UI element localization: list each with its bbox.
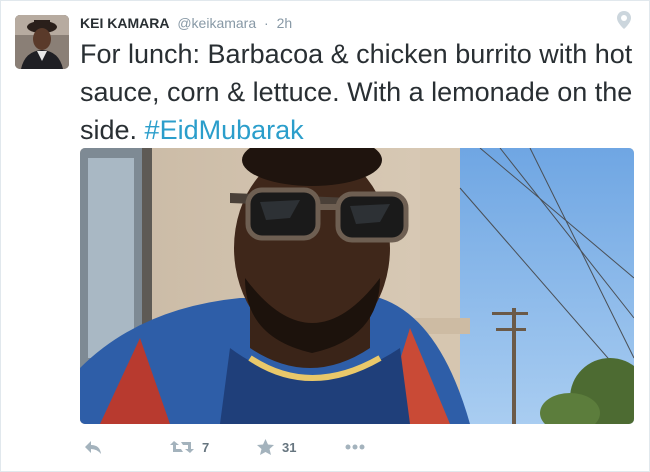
favorite-button[interactable]: 31: [257, 433, 296, 461]
tweet-timestamp[interactable]: 2h: [277, 15, 293, 31]
favorite-count: 31: [282, 439, 297, 455]
tweet-photo[interactable]: [80, 148, 634, 424]
tweet-card: KEI KAMARA @keikamara · 2h For lunch: Ba…: [0, 0, 650, 472]
author-name[interactable]: KEI KAMARA: [80, 15, 169, 31]
more-icon: [345, 444, 365, 450]
location-pin-icon[interactable]: [617, 11, 631, 29]
tweet-header: KEI KAMARA @keikamara · 2h: [80, 13, 292, 33]
reply-icon: [84, 439, 102, 455]
separator-dot: ·: [264, 15, 269, 31]
avatar[interactable]: [15, 15, 69, 69]
retweet-count: 7: [202, 439, 210, 455]
tweet-text: For lunch: Barbacoa & chicken burrito wi…: [80, 35, 640, 149]
author-handle[interactable]: @keikamara: [177, 15, 256, 31]
reply-button[interactable]: [84, 433, 102, 461]
tweet-actions: 7 31: [80, 433, 640, 461]
star-icon: [257, 439, 274, 455]
hashtag-link[interactable]: #EidMubarak: [145, 115, 304, 145]
retweet-button[interactable]: 7: [170, 433, 209, 461]
retweet-icon: [170, 439, 194, 455]
more-button[interactable]: [345, 433, 365, 461]
